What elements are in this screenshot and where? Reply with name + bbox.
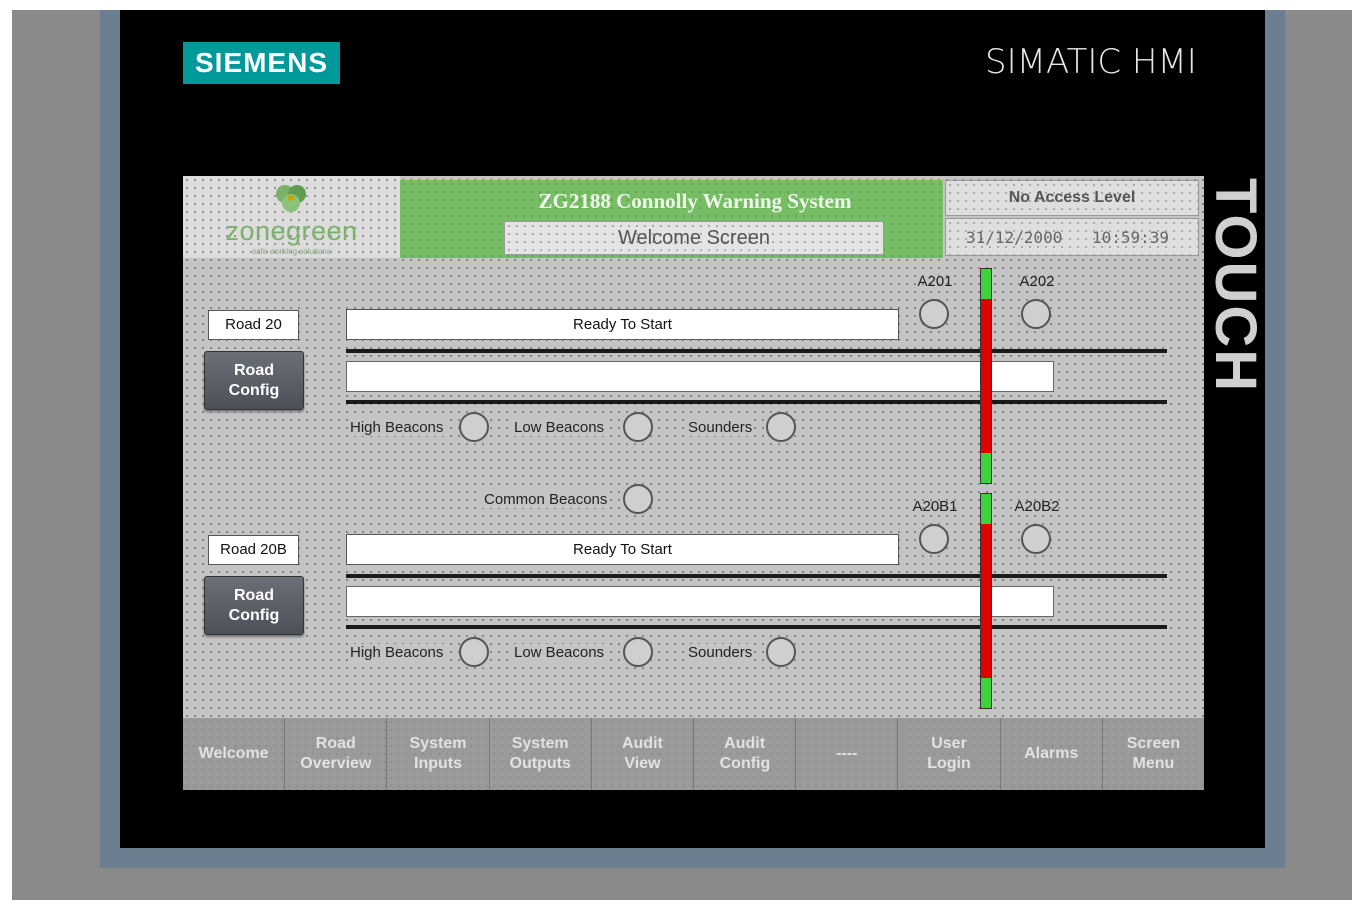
track-line xyxy=(346,574,1167,578)
road-config-button[interactable]: Road Config xyxy=(204,576,304,635)
high-beacons-label: High Beacons xyxy=(348,644,446,661)
nav-label: Audit Config xyxy=(719,735,771,772)
bar-green-bottom xyxy=(981,453,991,483)
touch-label: TOUCH xyxy=(1203,178,1268,394)
road-status-bar xyxy=(980,268,992,484)
sounders-indicator xyxy=(766,412,796,442)
signal-indicator xyxy=(1021,524,1051,554)
signal-label: A201 xyxy=(917,273,953,290)
nav-label: Screen Menu xyxy=(1126,735,1181,772)
nav-label: Audit View xyxy=(621,735,663,772)
system-title: ZG2188 Connolly Warning System xyxy=(538,189,852,213)
bar-green-top xyxy=(981,494,991,524)
nav-label: System Inputs xyxy=(409,735,467,772)
low-beacons-indicator xyxy=(623,637,653,667)
nav-screen-menu[interactable]: Screen Menu xyxy=(1102,718,1204,790)
product-name: SIMATIC HMI xyxy=(985,42,1197,82)
high-beacons-label: High Beacons xyxy=(348,419,446,436)
nav-system-outputs[interactable]: System Outputs xyxy=(489,718,592,790)
nav-blank[interactable]: ---- xyxy=(796,718,899,790)
road-config-label: Road Config xyxy=(228,361,280,399)
access-level: No Access Level xyxy=(945,180,1199,216)
title-bar: ZG2188 Connolly Warning System Welcome S… xyxy=(400,180,943,258)
track-line xyxy=(346,349,1167,353)
signal-label: A202 xyxy=(1019,273,1055,290)
sounders-label: Sounders xyxy=(686,419,755,436)
nav-audit-view[interactable]: Audit View xyxy=(591,718,695,790)
track-line xyxy=(346,400,1167,404)
common-beacons-indicator xyxy=(623,484,653,514)
road-message-box xyxy=(346,361,1054,392)
high-beacons-indicator xyxy=(459,637,489,667)
signal-indicator xyxy=(1021,299,1051,329)
zonegreen-swirl-icon xyxy=(276,185,306,212)
nav-label: User Login xyxy=(927,735,971,772)
high-beacons-indicator xyxy=(459,412,489,442)
sounders-label: Sounders xyxy=(686,644,755,661)
road-status: Ready To Start xyxy=(346,534,899,565)
screen-name: Welcome Screen xyxy=(504,221,884,255)
date-time-display: 31/12/2000 10:59:39 xyxy=(945,218,1199,256)
nav-user-login[interactable]: User Login xyxy=(898,718,1001,790)
road-status-bar xyxy=(980,493,992,709)
logo-tagline: safe working solutions xyxy=(252,247,331,256)
bar-green-bottom xyxy=(981,678,991,708)
road-config-label: Road Config xyxy=(228,586,280,624)
bar-green-top xyxy=(981,269,991,299)
hmi-screen: zonegreen safe working solutions ZG2188 … xyxy=(183,176,1204,790)
nav-audit-config[interactable]: Audit Config xyxy=(694,718,797,790)
sounders-indicator xyxy=(766,637,796,667)
road-message-box xyxy=(346,586,1054,617)
road-status: Ready To Start xyxy=(346,309,899,340)
low-beacons-label: Low Beacons xyxy=(512,419,607,436)
nav-alarms[interactable]: Alarms xyxy=(1000,718,1103,790)
nav-welcome[interactable]: Welcome xyxy=(183,718,286,790)
nav-system-inputs[interactable]: System Inputs xyxy=(387,718,490,790)
nav-label: System Outputs xyxy=(509,735,571,772)
low-beacons-label: Low Beacons xyxy=(512,644,607,661)
common-beacons-label: Common Beacons xyxy=(482,491,610,508)
road-label: Road 20 xyxy=(208,310,299,340)
signal-indicator xyxy=(919,524,949,554)
date: 31/12/2000 xyxy=(966,228,1063,247)
siemens-logo: SIEMENS xyxy=(183,42,340,84)
road-config-button[interactable]: Road Config xyxy=(204,351,304,410)
low-beacons-indicator xyxy=(623,412,653,442)
logo-wordmark: zonegreen xyxy=(225,216,358,246)
signal-label: A20B2 xyxy=(1014,498,1060,515)
signal-indicator xyxy=(919,299,949,329)
road-label: Road 20B xyxy=(208,535,299,565)
time: 10:59:39 xyxy=(1092,228,1170,247)
track-line xyxy=(346,625,1167,629)
zonegreen-logo: zonegreen safe working solutions xyxy=(183,176,400,258)
nav-road-overview[interactable]: Road Overview xyxy=(285,718,388,790)
bottom-nav: Welcome Road Overview System Inputs Syst… xyxy=(183,718,1204,790)
nav-label: Road Overview xyxy=(300,735,372,772)
signal-label: A20B1 xyxy=(912,498,958,515)
